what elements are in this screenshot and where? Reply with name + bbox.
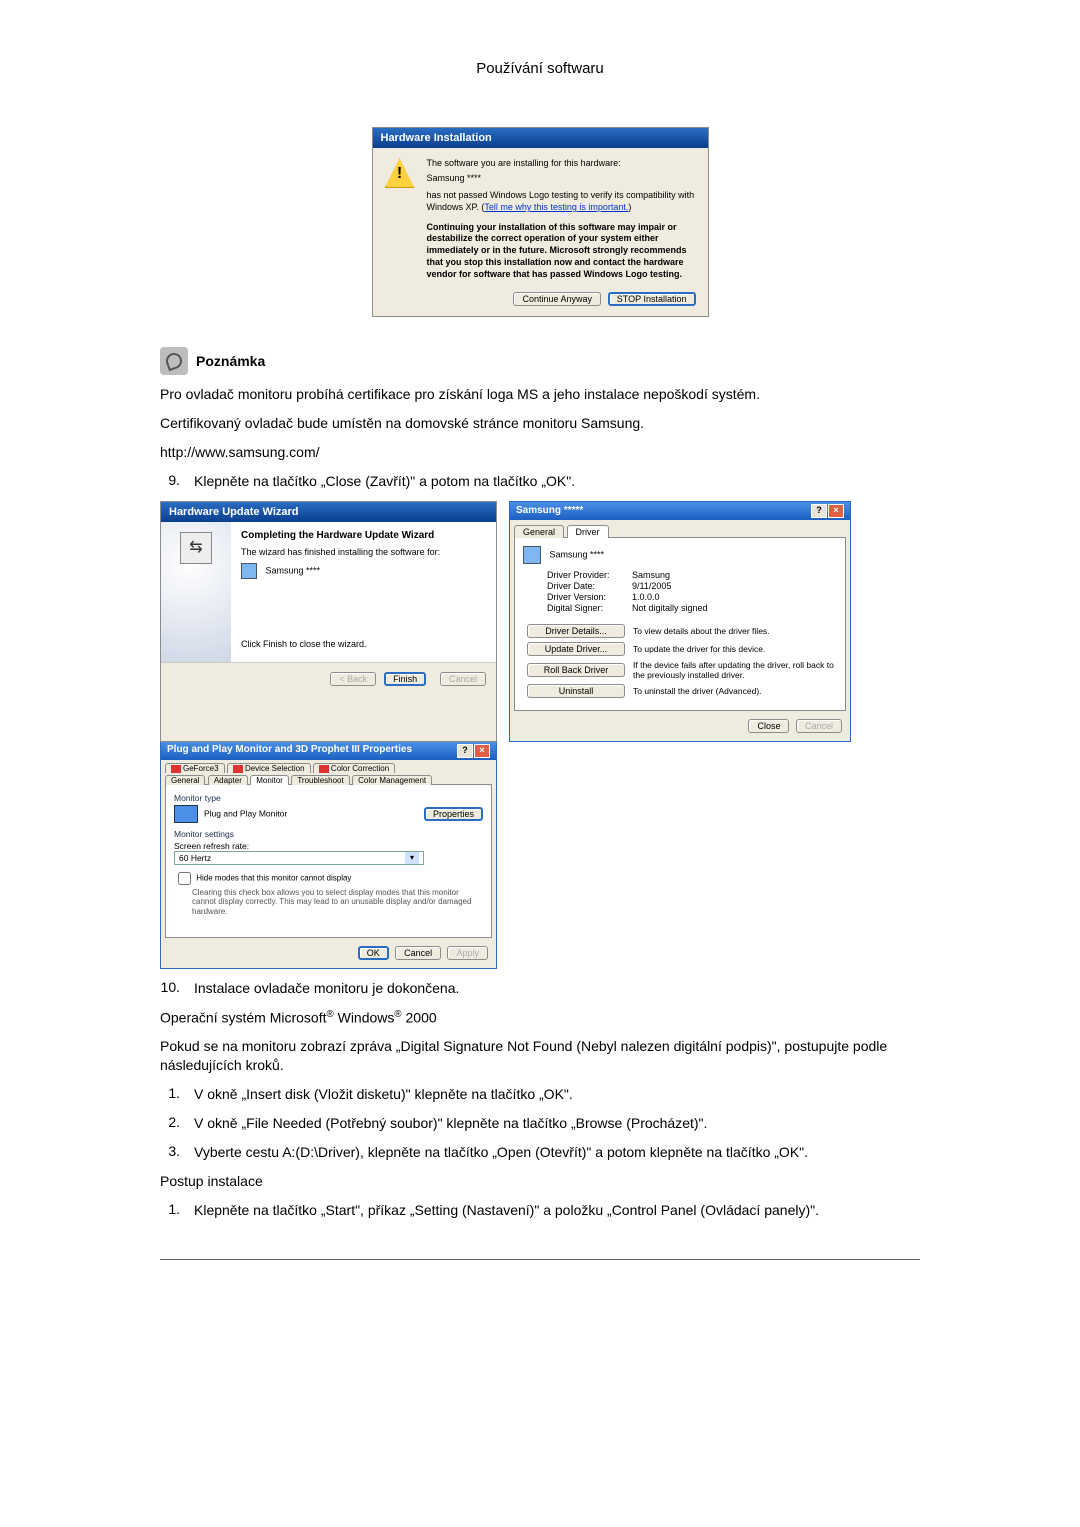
monitor-name: Plug and Play Monitor [204, 808, 287, 818]
drv-title: Samsung ***** [516, 505, 583, 516]
tab-driver[interactable]: Driver [567, 525, 609, 538]
refresh-label: Screen refresh rate: [174, 841, 483, 851]
step-text: Vyberte cestu A:(D:\Driver), klepněte na… [194, 1143, 920, 1162]
digital-signature-para: Pokud se na monitoru zobrazí zpráva „Dig… [160, 1037, 920, 1075]
tab-color-correction[interactable]: Color Correction [313, 763, 395, 773]
chevron-down-icon[interactable]: ▾ [405, 852, 419, 864]
install-procedure-heading: Postup instalace [160, 1172, 920, 1191]
hide-modes-desc: Clearing this check box allows you to se… [192, 888, 483, 917]
value: Not digitally signed [632, 603, 708, 613]
note-icon [160, 347, 188, 375]
os-line: Operační systém Microsoft® Windows® 2000 [160, 1008, 920, 1028]
desc: To update the driver for this device. [633, 644, 837, 654]
close-button[interactable]: Close [748, 719, 789, 733]
driver-details-button[interactable]: Driver Details... [527, 624, 625, 638]
label: Driver Date: [547, 581, 632, 591]
monitor-properties-dialog: Plug and Play Monitor and 3D Prophet III… [160, 741, 497, 969]
hardware-installation-dialog: Hardware Installation The software you a… [372, 127, 709, 317]
finish-button[interactable]: Finish [384, 672, 426, 686]
step-number: 1. [160, 1085, 180, 1104]
combo-value: 60 Hertz [179, 853, 211, 863]
section-monitor-settings: Monitor settings [174, 829, 483, 839]
hide-modes-checkbox[interactable] [178, 872, 191, 885]
section-monitor-type: Monitor type [174, 793, 483, 803]
device-icon [241, 563, 257, 579]
driver-properties-dialog: Samsung ***** ? × General Driver Samsung… [509, 501, 851, 742]
desc: To uninstall the driver (Advanced). [633, 686, 837, 696]
update-driver-button[interactable]: Update Driver... [527, 642, 625, 656]
back-button: < Back [330, 672, 376, 686]
wizard-icon [180, 532, 212, 564]
step-number: 3. [160, 1143, 180, 1162]
label: Driver Provider: [547, 570, 632, 580]
hw-compat-text: has not passed Windows Logo testing to v… [427, 190, 696, 213]
hw-line1: The software you are installing for this… [427, 158, 696, 170]
tell-me-why-link[interactable]: Tell me why this testing is important. [484, 202, 628, 212]
tab-geforce[interactable]: GeForce3 [165, 763, 225, 773]
tab-general[interactable]: General [514, 525, 564, 538]
hw-device: Samsung **** [427, 173, 696, 185]
ok-button[interactable]: OK [358, 946, 389, 960]
cancel-button: Cancel [440, 672, 486, 686]
refresh-rate-combo[interactable]: 60 Hertz ▾ [174, 851, 424, 865]
tab-general[interactable]: General [165, 775, 205, 785]
wizard-instruction: Click Finish to close the wizard. [241, 639, 486, 649]
step-number: 2. [160, 1114, 180, 1133]
cancel-button: Cancel [796, 719, 842, 733]
monitor-icon [174, 805, 198, 823]
step-text: Klepněte na tlačítko „Start", příkaz „Se… [194, 1201, 920, 1220]
step-text: V okně „File Needed (Potřebný soubor)" k… [194, 1114, 920, 1133]
tab-monitor[interactable]: Monitor [250, 775, 289, 785]
step-text: Klepněte na tlačítko „Close (Zavřít)" a … [194, 472, 920, 491]
dialog-title: Hardware Installation [373, 128, 708, 148]
mon-title: Plug and Play Monitor and 3D Prophet III… [167, 744, 412, 758]
close-icon[interactable]: × [828, 504, 844, 518]
wizard-line1: The wizard has finished installing the s… [241, 547, 486, 557]
apply-button: Apply [447, 946, 488, 960]
wizard-device: Samsung **** [266, 565, 321, 575]
help-icon[interactable]: ? [457, 744, 473, 758]
step-text: Instalace ovladače monitoru je dokončena… [194, 979, 920, 998]
rollback-driver-button[interactable]: Roll Back Driver [527, 663, 625, 677]
page-title: Používání softwaru [160, 60, 920, 77]
label: Driver Version: [547, 592, 632, 602]
wizard-heading: Completing the Hardware Update Wizard [241, 530, 486, 541]
wizard-title: Hardware Update Wizard [161, 502, 496, 522]
continue-anyway-button[interactable]: Continue Anyway [513, 292, 601, 306]
note-url: http://www.samsung.com/ [160, 443, 920, 462]
label: Digital Signer: [547, 603, 632, 613]
properties-button[interactable]: Properties [424, 807, 483, 821]
uninstall-button[interactable]: Uninstall [527, 684, 625, 698]
desc: To view details about the driver files. [633, 626, 837, 636]
note-label: Poznámka [196, 353, 265, 369]
desc: If the device fails after updating the d… [633, 660, 837, 680]
value: 9/11/2005 [632, 581, 671, 591]
step-number: 9. [160, 472, 180, 491]
step-number: 1. [160, 1201, 180, 1220]
cancel-button[interactable]: Cancel [395, 946, 441, 960]
device-icon [523, 546, 541, 564]
note-para-2: Certifikovaný ovladač bude umístěn na do… [160, 414, 920, 433]
help-icon[interactable]: ? [811, 504, 827, 518]
drv-device: Samsung **** [550, 549, 605, 559]
hw-warning-bold: Continuing your installation of this sof… [427, 222, 696, 280]
tab-color-management[interactable]: Color Management [352, 775, 432, 785]
tab-device-selection[interactable]: Device Selection [227, 763, 311, 773]
note-para-1: Pro ovladač monitoru probíhá certifikace… [160, 385, 920, 404]
value: 1.0.0.0 [632, 592, 660, 602]
tab-adapter[interactable]: Adapter [208, 775, 248, 785]
value: Samsung [632, 570, 670, 580]
hardware-update-wizard-dialog: Hardware Update Wizard Completing the Ha… [160, 501, 497, 742]
step-number: 10. [160, 979, 180, 998]
tab-troubleshoot[interactable]: Troubleshoot [291, 775, 349, 785]
hide-modes-label: Hide modes that this monitor cannot disp… [196, 873, 351, 882]
footer-divider [160, 1259, 920, 1260]
step-text: V okně „Insert disk (Vložit disketu)" kl… [194, 1085, 920, 1104]
stop-installation-button[interactable]: STOP Installation [608, 292, 696, 306]
close-icon[interactable]: × [474, 744, 490, 758]
warning-icon [385, 158, 415, 188]
